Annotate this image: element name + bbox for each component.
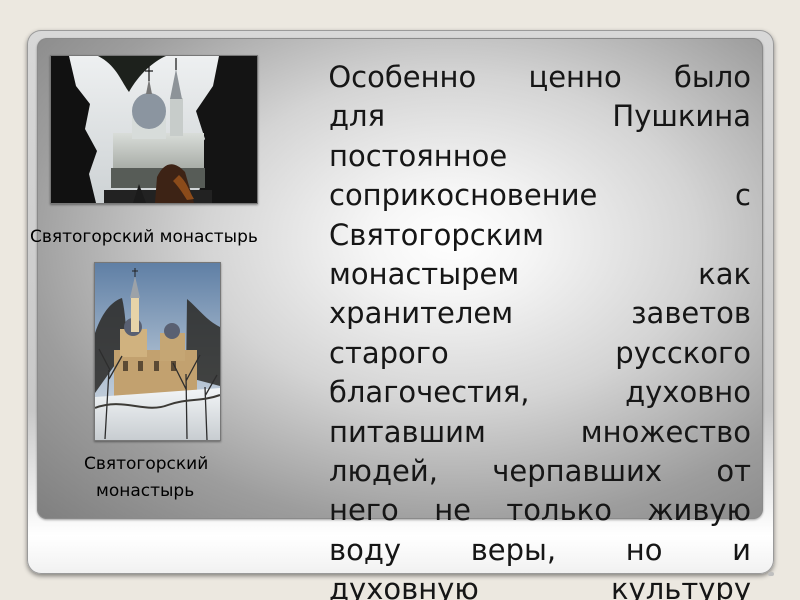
- quote-line: Святогорским: [329, 217, 544, 252]
- quote-line: него не только живую: [329, 493, 751, 528]
- slide-edge-mark: [768, 572, 774, 576]
- quote-line: соприкосновение с: [329, 178, 751, 213]
- quote-line: духовную культуру: [329, 572, 751, 600]
- quote-line: воду веры, но и: [329, 532, 751, 567]
- quote-line: для Пушкина: [329, 99, 751, 134]
- caption-bottom: Святогорский монастырь: [84, 451, 264, 505]
- quote-line: питавшим множество: [329, 414, 751, 449]
- monastery-photo-top-image: [51, 56, 257, 203]
- quote-line: хранителем заветов: [329, 296, 751, 331]
- quote-line: старого русского: [329, 335, 751, 370]
- quote-line: благочестия, духовно: [329, 375, 751, 410]
- quote-line: монастырем как: [329, 256, 751, 291]
- quote-line: людей, черпавших от: [329, 453, 751, 488]
- monastery-photo-bottom-image: [95, 263, 220, 440]
- caption-bottom-line-1: Святогорский: [84, 454, 209, 474]
- quote-text: "Особенно ценно было для Пушкина постоян…: [329, 58, 751, 600]
- quote-line: "Особенно ценно было: [329, 60, 751, 94]
- quote-line: постоянное: [329, 138, 508, 173]
- monastery-photo-bottom: [94, 262, 221, 441]
- caption-top: Святогорский монастырь: [30, 227, 258, 247]
- presentation-slide: Святогорский монастырь Святогорский мона…: [0, 0, 800, 600]
- caption-bottom-line-2: монастырь: [96, 481, 195, 501]
- monastery-photo-top: [50, 55, 258, 204]
